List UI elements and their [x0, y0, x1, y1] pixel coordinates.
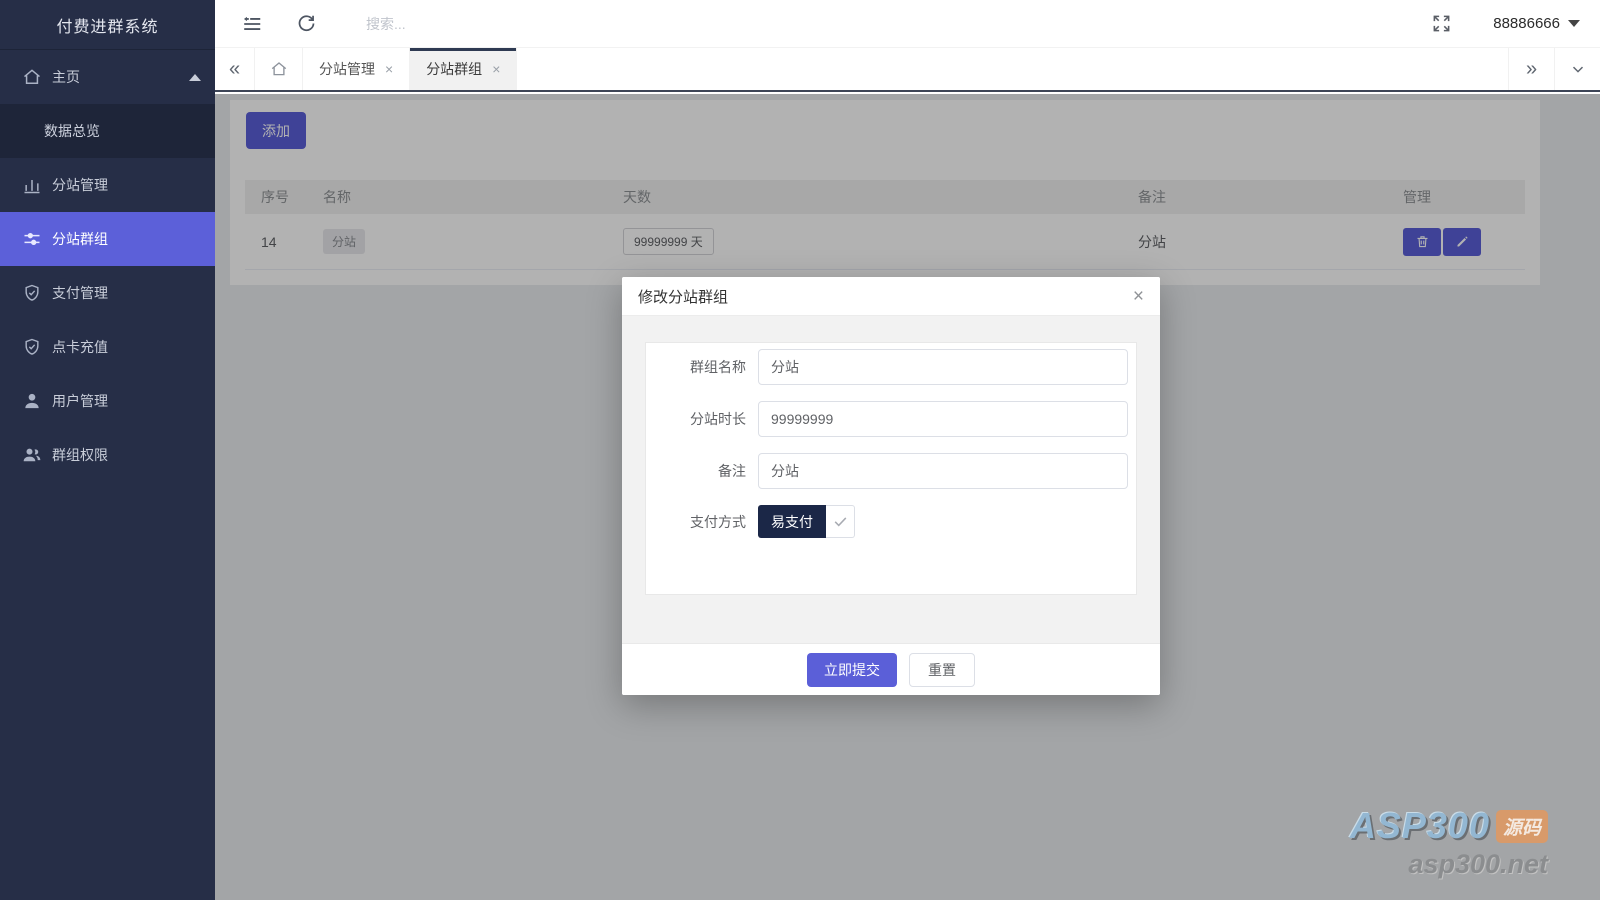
shield-check-icon	[22, 283, 42, 303]
tab-site-groups[interactable]: 分站群组 ×	[410, 48, 517, 90]
modal-title: 修改分站群组	[638, 286, 728, 307]
reset-button[interactable]: 重置	[909, 653, 975, 687]
close-tab-icon[interactable]: ×	[492, 61, 500, 77]
sidebar-item-label: 分站群组	[52, 229, 108, 249]
sidebar-item-label: 分站管理	[52, 175, 108, 195]
sidebar-item-label: 用户管理	[52, 391, 108, 411]
sidebar-item-group-permissions[interactable]: 群组权限	[0, 428, 215, 482]
group-name-label: 群组名称	[646, 357, 746, 377]
modal-footer: 立即提交 重置	[622, 643, 1160, 695]
chevron-down-icon	[1569, 60, 1587, 78]
bar-chart-icon	[22, 175, 42, 195]
modal-form-card: 群组名称 分站时长 备注 支付方式 易支付	[645, 342, 1137, 595]
shield-check-icon	[22, 337, 42, 357]
check-icon	[832, 513, 849, 530]
tabs-scroll-right-button[interactable]: »	[1508, 48, 1554, 90]
caret-down-icon	[1568, 20, 1580, 27]
epay-button[interactable]: 易支付	[758, 505, 826, 538]
watermark-brand: ASP300	[1350, 805, 1490, 847]
search-input[interactable]	[366, 16, 666, 32]
user-menu[interactable]: 88886666	[1493, 15, 1580, 32]
sidebar-item-site-manage[interactable]: 分站管理	[0, 158, 215, 212]
user-icon	[22, 391, 42, 411]
duration-input[interactable]	[758, 401, 1128, 437]
close-tab-icon[interactable]: ×	[385, 61, 393, 77]
tab-bar: « 分站管理 × 分站群组 × »	[215, 48, 1600, 92]
remark-label: 备注	[646, 461, 746, 481]
tabs-scroll-left-button[interactable]: «	[215, 48, 255, 90]
sidebar-item-data-overview[interactable]: 数据总览	[0, 104, 215, 158]
sidebar-item-label: 主页	[52, 67, 80, 87]
home-icon	[22, 67, 42, 87]
sidebar-item-site-groups[interactable]: 分站群组	[0, 212, 215, 266]
modal-body: 群组名称 分站时长 备注 支付方式 易支付	[622, 316, 1160, 643]
tab-home[interactable]	[255, 48, 303, 90]
sidebar-item-card-recharge[interactable]: 点卡充值	[0, 320, 215, 374]
close-icon[interactable]: ×	[1133, 287, 1144, 306]
top-bar: 88886666	[215, 0, 1600, 48]
users-icon	[22, 445, 42, 465]
sidebar-item-label: 支付管理	[52, 283, 108, 303]
duration-label: 分站时长	[646, 409, 746, 429]
refresh-icon[interactable]	[294, 12, 318, 36]
home-icon	[270, 60, 288, 78]
tab-label: 分站群组	[426, 59, 482, 79]
sidebar-item-label: 群组权限	[52, 445, 108, 465]
sidebar-item-home[interactable]: 主页	[0, 50, 215, 104]
tabs-menu-button[interactable]	[1554, 48, 1600, 90]
modal-header: 修改分站群组 ×	[622, 277, 1160, 316]
sidebar-item-payment-manage[interactable]: 支付管理	[0, 266, 215, 320]
sidebar-item-label: 点卡充值	[52, 337, 108, 357]
main-content: 添加 序号 名称 天数 备注 管理 14 分站 99999999 天 分站	[215, 94, 1600, 900]
fullscreen-icon[interactable]	[1432, 14, 1451, 33]
edit-group-modal: 修改分站群组 × 群组名称 分站时长 备注 支付方式	[622, 277, 1160, 695]
collapse-menu-icon[interactable]	[240, 12, 264, 36]
tab-label: 分站管理	[319, 59, 375, 79]
submit-button[interactable]: 立即提交	[807, 653, 897, 687]
sliders-icon	[22, 229, 42, 249]
watermark-domain: asp300.net	[1350, 849, 1548, 880]
group-name-input[interactable]	[758, 349, 1128, 385]
remark-input[interactable]	[758, 453, 1128, 489]
caret-up-icon	[189, 74, 201, 81]
watermark: ASP300 源码 asp300.net	[1350, 805, 1548, 880]
payment-checkbox[interactable]	[826, 505, 855, 538]
sidebar-item-user-manage[interactable]: 用户管理	[0, 374, 215, 428]
app-title: 付费进群系统	[0, 0, 215, 50]
payment-method-label: 支付方式	[646, 512, 746, 532]
sidebar: 付费进群系统 主页 数据总览 分站管理 分站群组	[0, 0, 215, 900]
sidebar-subitem-label: 数据总览	[44, 121, 100, 141]
tab-site-manage[interactable]: 分站管理 ×	[303, 48, 410, 90]
username: 88886666	[1493, 15, 1560, 32]
watermark-badge: 源码	[1496, 810, 1548, 843]
